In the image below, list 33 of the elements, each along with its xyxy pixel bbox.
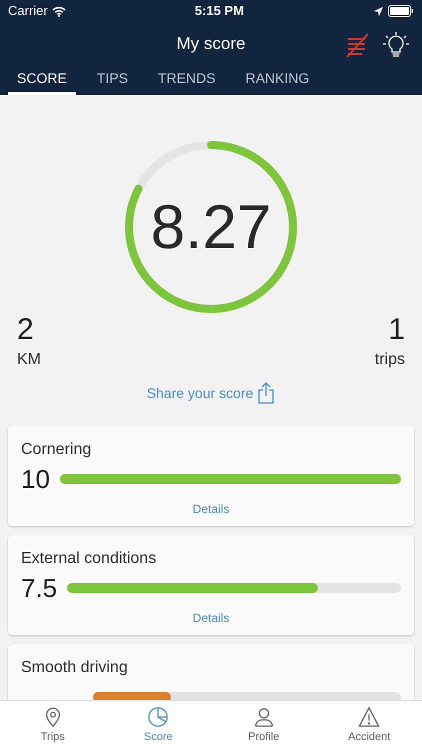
- category-name: External conditions: [21, 549, 158, 569]
- pie-chart-icon: [147, 706, 170, 728]
- nav-tab[interactable]: Profile: [211, 701, 316, 750]
- nav-tab[interactable]: Accident: [316, 701, 422, 750]
- category-name: Smooth driving: [21, 658, 129, 678]
- stat-value: 2: [17, 312, 34, 348]
- score-value: 8.27: [150, 192, 272, 264]
- screen-title: My score: [176, 32, 246, 55]
- warning-icon: [358, 706, 380, 728]
- status-time: 5:15 PM: [194, 2, 244, 20]
- wifi-icon: [52, 6, 66, 16]
- share-icon: [257, 382, 276, 404]
- location-arrow-icon: [373, 6, 384, 16]
- nav-tab[interactable]: Trips: [0, 701, 106, 750]
- category-score: 10: [21, 463, 50, 496]
- stat-unit: KM: [17, 350, 41, 370]
- person-icon: [252, 706, 275, 728]
- tab[interactable]: TIPS: [88, 65, 137, 95]
- details-link[interactable]: Details: [192, 609, 230, 627]
- nav-tab[interactable]: Score: [106, 701, 211, 750]
- carrier-label: Carrier: [8, 2, 48, 20]
- tab[interactable]: SCORE: [8, 65, 76, 95]
- category-score: 7.5: [21, 572, 58, 605]
- stat-value: 1: [388, 312, 405, 348]
- lightbulb-icon[interactable]: [382, 31, 410, 59]
- striped-flag-icon[interactable]: [344, 32, 370, 58]
- stat-unit: trips: [374, 350, 405, 370]
- category-name: Cornering: [21, 440, 92, 460]
- battery-icon: [388, 5, 414, 17]
- tab[interactable]: TRENDS: [148, 65, 224, 95]
- share-button[interactable]: Share your score: [146, 382, 276, 404]
- tab[interactable]: RANKING: [236, 65, 318, 95]
- details-link[interactable]: Details: [192, 500, 230, 518]
